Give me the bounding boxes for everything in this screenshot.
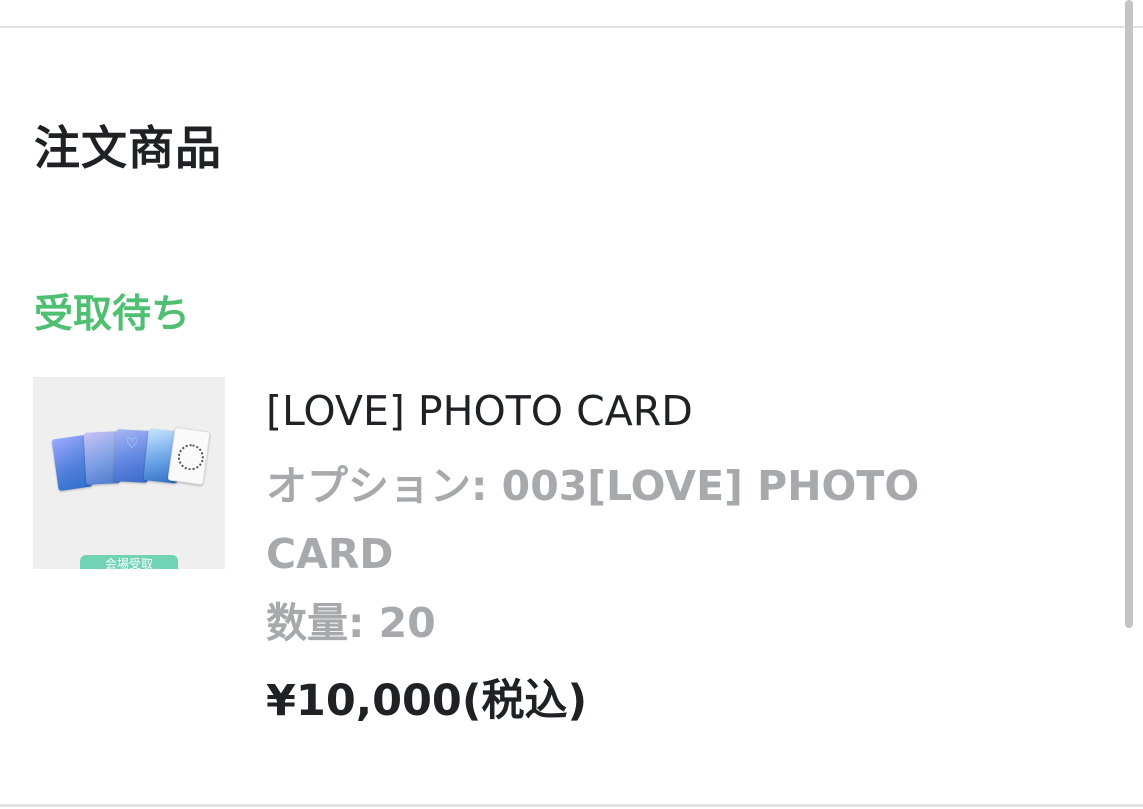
product-quantity: 数量: 20 (266, 599, 436, 647)
scrollbar[interactable] (1125, 0, 1133, 628)
pickup-badge: 会場受取 (80, 555, 178, 569)
product-option: オプション: 003[LOVE] PHOTO CARD (266, 462, 920, 578)
product-price: ¥10,000(税込) (266, 676, 588, 726)
bottom-divider (0, 804, 1143, 807)
photocard-back-image (167, 426, 211, 486)
product-thumbnail[interactable]: ♡ 会場受取 (33, 377, 225, 569)
top-divider (0, 26, 1143, 28)
product-title[interactable]: [LOVE] PHOTO CARD (266, 387, 693, 435)
heart-icon: ♡ (125, 435, 139, 453)
logo-icon (176, 442, 206, 472)
section-title: 注文商品 (34, 121, 222, 175)
order-status-label: 受取待ち (34, 292, 191, 337)
